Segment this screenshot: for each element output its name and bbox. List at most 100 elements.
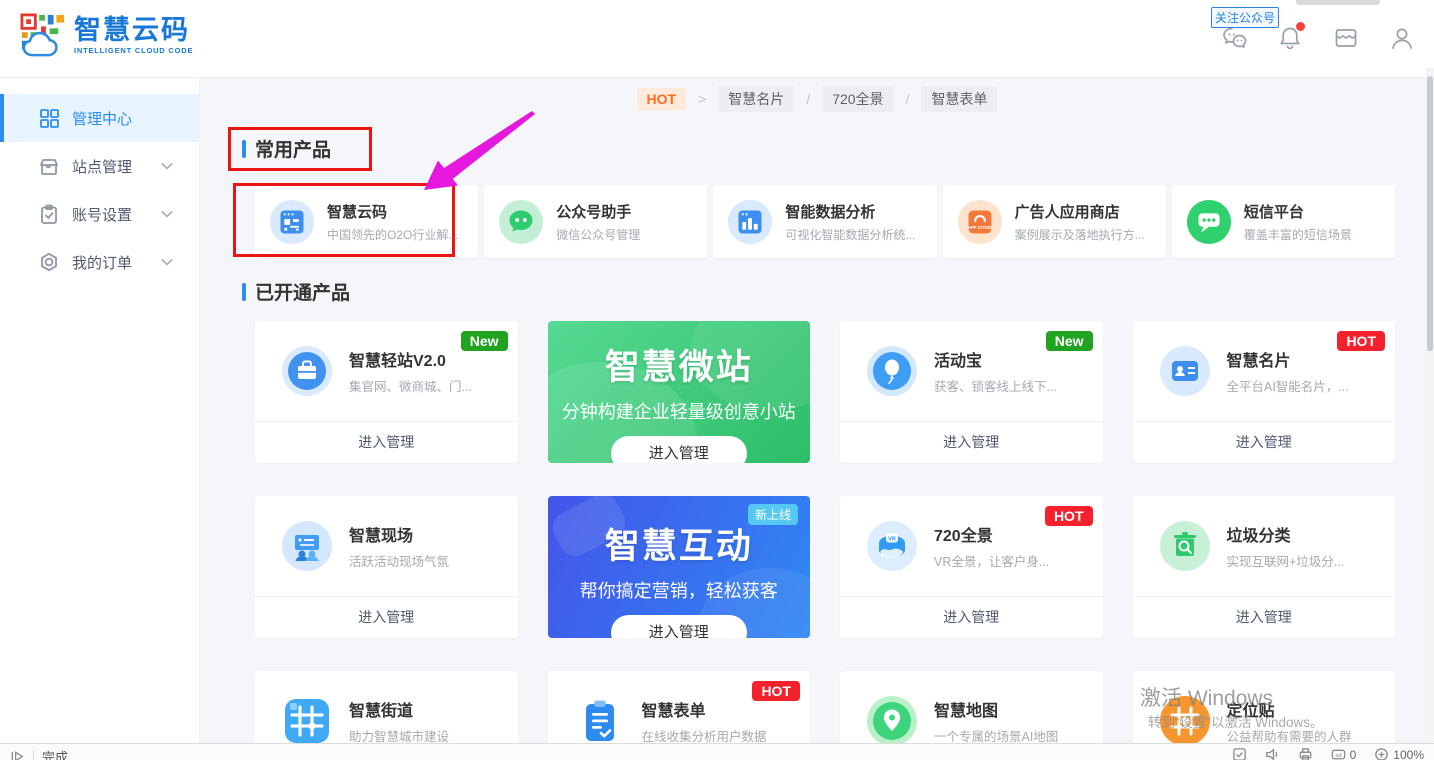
logo[interactable]: 智慧云码 INTELLIGENT CLOUD CODE bbox=[20, 13, 193, 59]
enter-manage-button[interactable]: 进入管理 bbox=[611, 615, 747, 638]
scrollbar-thumb[interactable] bbox=[1427, 76, 1433, 351]
breadcrumb-tag-720-panorama[interactable]: 720全景 bbox=[822, 86, 893, 112]
product-desc: 可视化智能数据分析统... bbox=[785, 226, 915, 243]
product-card-sms-platform[interactable]: 短信平台 覆盖丰富的短信场景 bbox=[1172, 185, 1395, 258]
product-desc: 中国领先的O2O行业解... bbox=[327, 226, 458, 243]
banner-smart-micro-site[interactable]: 智慧微站 分钟构建企业轻量级创意小站 进入管理 bbox=[548, 321, 811, 463]
opened-card-location-sticker[interactable]: 定位贴 公益帮助有需要的人群 进入管理 bbox=[1133, 671, 1396, 744]
vr-headset-icon: VR bbox=[866, 520, 918, 572]
enter-manage-button[interactable]: 进入管理 bbox=[1133, 421, 1396, 463]
card-title: 智慧地图 bbox=[934, 697, 1058, 721]
enter-manage-button[interactable]: 进入管理 bbox=[840, 421, 1103, 463]
map-pin-icon bbox=[866, 695, 918, 744]
hot-badge: HOT bbox=[1337, 331, 1385, 351]
product-desc: 微信公众号管理 bbox=[556, 226, 640, 243]
card-title: 智慧表单 bbox=[642, 697, 767, 721]
app-header: 智慧云码 INTELLIGENT CLOUD CODE 关注公众号 bbox=[0, 0, 1434, 78]
product-card-advertiser-app-store[interactable]: APP STORE 广告人应用商店 案例展示及落地执行方... bbox=[943, 185, 1166, 258]
ad-blocker-indicator[interactable]: ad 0 bbox=[1331, 747, 1357, 760]
card-desc: 助力智慧城市建设 bbox=[349, 726, 449, 744]
crosshair-icon bbox=[1159, 695, 1211, 744]
sidebar-item-site-management[interactable]: 站点管理 bbox=[0, 142, 199, 190]
opened-card-smart-lite-site[interactable]: New 智慧轻站V2.0 集官网、微商城、门... 进入管理 bbox=[255, 321, 518, 463]
check-square-icon[interactable] bbox=[1232, 747, 1247, 760]
app-store-icon: APP STORE bbox=[957, 199, 1003, 245]
banner-smart-interaction[interactable]: 新上线 智慧互动 帮你搞定营销，轻松获客 进入管理 bbox=[548, 496, 811, 638]
card-desc: 活跃活动现场气氛 bbox=[349, 551, 449, 570]
opened-card-smart-business-card[interactable]: HOT 智慧名片 全平台AI智能名片，... 进入管理 bbox=[1133, 321, 1396, 463]
ad-blocker-count: 0 bbox=[1350, 748, 1357, 760]
product-name: 广告人应用商店 bbox=[1015, 201, 1145, 222]
enter-manage-button[interactable]: 进入管理 bbox=[611, 436, 747, 463]
sidebar-item-management-center[interactable]: 管理中心 bbox=[0, 94, 199, 142]
bell-icon[interactable] bbox=[1276, 24, 1304, 52]
opened-card-smart-form[interactable]: HOT 智慧表单 在线收集分析用户数据 进入管理 bbox=[548, 671, 811, 744]
card-title: 720全景 bbox=[934, 522, 1049, 546]
common-products-row: 智慧云码 中国领先的O2O行业解... 公众号助手 微信公众号管理 智能数据分析… bbox=[255, 185, 1395, 258]
status-done-text: 完成 bbox=[42, 747, 68, 760]
printer-icon[interactable] bbox=[1298, 747, 1313, 760]
product-desc: 覆盖丰富的短信场景 bbox=[1244, 226, 1352, 243]
breadcrumb-tag-smart-form[interactable]: 智慧表单 bbox=[921, 86, 997, 112]
banner-subtitle: 帮你搞定营销，轻松获客 bbox=[548, 577, 811, 603]
opened-card-720-panorama[interactable]: HOT VR 720全景 VR全景，让客户身... 进入管理 bbox=[840, 496, 1103, 638]
section-title-text: 常用产品 bbox=[255, 135, 331, 162]
resume-icon[interactable] bbox=[10, 749, 25, 760]
main-content: HOT > 智慧名片 / 720全景 / 智慧表单 常用产品 智慧云码 中国领先… bbox=[200, 78, 1434, 744]
chevron-down-icon bbox=[161, 253, 173, 271]
hot-tag[interactable]: HOT bbox=[637, 88, 687, 110]
card-desc: 获客、锁客线上线下... bbox=[934, 376, 1057, 395]
opened-card-activity-treasure[interactable]: New 活动宝 获客、锁客线上线下... 进入管理 bbox=[840, 321, 1103, 463]
enter-manage-button[interactable]: 进入管理 bbox=[255, 596, 518, 638]
title-accent-bar bbox=[242, 140, 246, 158]
card-desc: 一个专属的场景AI地图 bbox=[934, 726, 1058, 744]
card-desc: 全平台AI智能名片，... bbox=[1227, 376, 1349, 395]
breadcrumb-tag-smart-card[interactable]: 智慧名片 bbox=[718, 86, 794, 112]
svg-text:ad: ad bbox=[1335, 753, 1341, 759]
store-icon[interactable] bbox=[1332, 24, 1360, 52]
section-title-text: 已开通产品 bbox=[255, 278, 350, 305]
product-name: 智慧云码 bbox=[327, 201, 458, 222]
banner-subtitle: 分钟构建企业轻量级创意小站 bbox=[548, 398, 811, 424]
logo-qr-cloud-icon bbox=[20, 13, 66, 59]
hot-badge: HOT bbox=[752, 681, 800, 701]
zoom-icon bbox=[1374, 747, 1389, 760]
product-card-smart-data-analysis[interactable]: 智能数据分析 可视化智能数据分析统... bbox=[713, 185, 936, 258]
card-title: 活动宝 bbox=[934, 347, 1057, 371]
section-title-common-products: 常用产品 bbox=[242, 135, 331, 162]
opened-card-smart-map[interactable]: 智慧地图 一个专属的场景AI地图 进入管理 bbox=[840, 671, 1103, 744]
status-divider bbox=[33, 750, 34, 760]
product-card-official-account-helper[interactable]: 公众号助手 微信公众号管理 bbox=[484, 185, 707, 258]
chevron-down-icon bbox=[161, 157, 173, 175]
product-card-smart-cloud-code[interactable]: 智慧云码 中国领先的O2O行业解... bbox=[255, 185, 478, 258]
enter-manage-button[interactable]: 进入管理 bbox=[840, 596, 1103, 638]
banner-title: 智慧互动 bbox=[548, 518, 811, 569]
enter-manage-button[interactable]: 进入管理 bbox=[255, 421, 518, 463]
product-name: 公众号助手 bbox=[556, 201, 640, 222]
user-icon[interactable] bbox=[1388, 24, 1416, 52]
card-title: 智慧现场 bbox=[349, 522, 449, 546]
logo-title: 智慧云码 bbox=[74, 17, 193, 44]
card-title: 垃圾分类 bbox=[1227, 522, 1345, 546]
id-card-icon bbox=[1159, 345, 1211, 397]
banner-title: 智慧微站 bbox=[548, 339, 811, 390]
opened-card-smart-street[interactable]: 智慧街道 助力智慧城市建设 进入管理 bbox=[255, 671, 518, 744]
opened-card-smart-scene[interactable]: 智慧现场 活跃活动现场气氛 进入管理 bbox=[255, 496, 518, 638]
sidebar-item-label: 站点管理 bbox=[72, 156, 132, 177]
enter-manage-button[interactable]: 进入管理 bbox=[1133, 596, 1396, 638]
balloon-icon bbox=[866, 345, 918, 397]
sidebar-item-label: 账号设置 bbox=[72, 204, 132, 225]
product-name: 短信平台 bbox=[1244, 201, 1352, 222]
page-scrollbar[interactable] bbox=[1426, 68, 1434, 744]
new-online-badge: 新上线 bbox=[748, 504, 798, 525]
speaker-icon[interactable] bbox=[1265, 747, 1280, 760]
opened-card-garbage-sorting[interactable]: 垃圾分类 实现互联网+垃圾分... 进入管理 bbox=[1133, 496, 1396, 638]
sidebar-item-account-settings[interactable]: 账号设置 bbox=[0, 190, 199, 238]
breadcrumb: HOT > 智慧名片 / 720全景 / 智慧表单 bbox=[200, 86, 1434, 112]
wechat-icon[interactable] bbox=[1220, 24, 1248, 52]
section-title-opened-products: 已开通产品 bbox=[242, 278, 350, 305]
card-desc: 集官网、微商城、门... bbox=[349, 376, 472, 395]
sidebar-item-my-orders[interactable]: 我的订单 bbox=[0, 238, 199, 286]
zoom-control[interactable]: 100% bbox=[1374, 747, 1424, 760]
grid-icon bbox=[38, 107, 60, 129]
